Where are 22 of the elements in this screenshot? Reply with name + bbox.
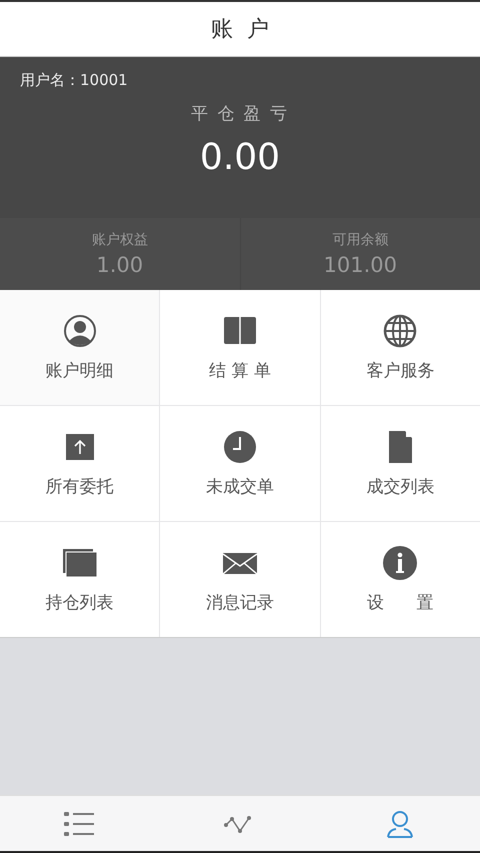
stat-value: 101.00 (324, 253, 397, 277)
username: 10001 (80, 71, 128, 90)
menu-tile[interactable]: 消息记录 (160, 522, 320, 637)
menu-tile[interactable]: 设 置 (320, 522, 480, 637)
menu-tile[interactable]: 持仓列表 (0, 522, 160, 637)
person-icon (62, 313, 98, 349)
menu-tile[interactable]: 未成交单 (160, 406, 320, 521)
menu-tile[interactable]: 结 算 单 (160, 290, 320, 405)
menu-tile[interactable]: 客户服务 (320, 290, 480, 405)
stat-label: 可用余额 (332, 231, 388, 249)
pnl-value: 0.00 (200, 137, 280, 178)
pnl-label: 平 仓 盈 亏 (190, 103, 290, 125)
menu-tile[interactable]: 所有委托 (0, 406, 160, 521)
menu-tile[interactable]: 成交列表 (320, 406, 480, 521)
menu-tile[interactable]: 账户明细 (0, 290, 160, 405)
stat-value: 1.00 (96, 253, 144, 277)
info-icon (382, 545, 418, 581)
page-title: 账 户 (211, 16, 269, 44)
stat-label: 账户权益 (92, 231, 148, 249)
username-label: 用户名： (20, 71, 80, 90)
globe-icon (382, 313, 418, 349)
clock-icon (222, 429, 258, 465)
